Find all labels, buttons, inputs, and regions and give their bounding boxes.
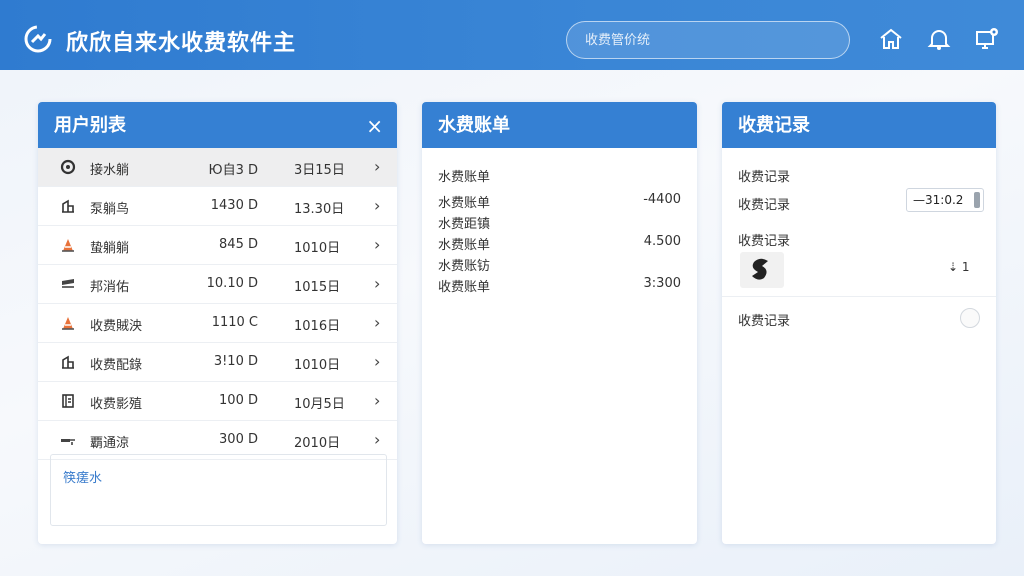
bill-line: 水费账钫 — [438, 259, 491, 274]
user-date: 3日15日 — [294, 163, 345, 178]
note-text: 筷瘥水 — [63, 471, 103, 486]
chevron-right-icon[interactable]: › — [374, 196, 380, 215]
user-name: 蛰躺躺 — [90, 241, 130, 256]
app-title: 欣欣自来水收费软件主 — [66, 31, 297, 56]
user-name: 覇通涼 — [90, 436, 130, 451]
user-row[interactable]: 接水躺 Ю自3 D 3日15日 › — [38, 148, 397, 187]
bills-panel: 水费账单 水费账单 水费账单 -4400 水费距镇 水费账单 4.500 水费账… — [422, 102, 697, 544]
records-panel-header: 收费记录 — [722, 102, 996, 148]
user-date: 1016日 — [294, 319, 341, 334]
note-box[interactable]: 筷瘥水 — [50, 454, 387, 526]
tap-icon — [61, 439, 75, 445]
record-stepper[interactable]: —31:0.2 — [906, 188, 984, 212]
search-box[interactable] — [566, 21, 850, 59]
divider — [722, 296, 996, 297]
record-radio[interactable] — [960, 308, 980, 328]
record-label: 收费记录 — [738, 170, 791, 185]
user-row[interactable]: 邦消佑 10.10 D 1015日 › — [38, 265, 397, 304]
user-amount: 845 D — [219, 237, 258, 252]
bell-icon[interactable] — [926, 26, 952, 52]
record-logo-icon — [752, 258, 768, 280]
building-icon — [62, 355, 74, 369]
user-row[interactable]: 收费影殖 100 D 10月5日 › — [38, 382, 397, 421]
user-amount: Ю自3 D — [208, 163, 258, 178]
user-name: 接水躺 — [90, 163, 130, 178]
building-icon — [62, 199, 74, 213]
user-amount: 1430 D — [210, 198, 258, 213]
chevron-right-icon[interactable]: › — [374, 235, 380, 254]
bill-line: 水费账单 — [438, 170, 491, 185]
user-amount: 10.10 D — [206, 276, 258, 291]
user-name: 泵躺鸟 — [90, 202, 130, 217]
close-button[interactable]: × — [366, 102, 383, 150]
bill-value: -4400 — [643, 192, 681, 207]
bill-line: 水费账单 — [438, 196, 491, 211]
records-panel: 收费记录 收费记录 收费记录 —31:0.2 收费记录 ⇣ 1 收费记录 — [722, 102, 996, 544]
user-row[interactable]: 蛰躺躺 845 D 1010日 › — [38, 226, 397, 265]
record-label: 收费记录 — [738, 234, 791, 249]
top-bar: 欣欣自来水收费软件主 — [0, 0, 1024, 70]
bill-line: 收费账单 — [438, 280, 491, 295]
record-label: 收费记录 — [738, 314, 791, 329]
app-logo-icon — [24, 25, 52, 53]
chevron-right-icon[interactable]: › — [374, 352, 380, 371]
search-input[interactable] — [567, 22, 849, 58]
flag-icon — [62, 279, 74, 288]
gear-icon — [60, 159, 76, 175]
user-name: 收费賊泱 — [90, 319, 143, 334]
user-name: 邦消佑 — [90, 280, 130, 295]
user-row[interactable]: 收费賊泱 1110 C 1016日 › — [38, 304, 397, 343]
book-icon — [62, 394, 74, 408]
user-amount: 1110 C — [211, 315, 258, 330]
user-amount: 300 D — [219, 432, 258, 447]
bill-line: 水费账单 — [438, 238, 491, 253]
user-date: 1010日 — [294, 241, 341, 256]
user-name: 收费配錄 — [90, 358, 143, 373]
record-small-value: ⇣ 1 — [948, 260, 970, 274]
user-amount: 100 D — [219, 393, 258, 408]
chevron-right-icon[interactable]: › — [374, 313, 380, 332]
user-date: 2010日 — [294, 436, 341, 451]
cone-icon — [62, 317, 74, 330]
monitor-settings-icon[interactable] — [974, 26, 1000, 52]
user-date: 1010日 — [294, 358, 341, 373]
user-date: 10月5日 — [294, 397, 345, 412]
bill-value: 4.500 — [643, 234, 681, 249]
user-date: 1015日 — [294, 280, 341, 295]
bill-value: 3:300 — [643, 276, 681, 291]
home-icon[interactable] — [878, 26, 904, 52]
user-row[interactable]: 收费配錄 3!10 D 1010日 › — [38, 343, 397, 382]
stepper-value: —31:0.2 — [913, 193, 964, 207]
user-date: 13.30日 — [294, 202, 345, 217]
users-panel-header: 用户别表 × — [38, 102, 397, 148]
stepper-arrows-icon[interactable] — [974, 192, 980, 208]
chevron-right-icon[interactable]: › — [374, 274, 380, 293]
users-panel: 用户别表 × 接水躺 Ю自3 D 3日15日 › 泵躺鸟 1430 D 13.30日 › 蛰躺躺… — [38, 102, 397, 544]
user-amount: 3!10 D — [213, 354, 258, 369]
chevron-right-icon[interactable]: › — [374, 430, 380, 449]
record-logo-image — [740, 252, 784, 288]
chevron-right-icon[interactable]: › — [374, 157, 380, 176]
bills-panel-header: 水费账单 — [422, 102, 697, 148]
users-panel-title: 用户别表 — [54, 115, 126, 136]
cone-icon — [62, 239, 74, 252]
chevron-right-icon[interactable]: › — [374, 391, 380, 410]
user-name: 收费影殖 — [90, 397, 143, 412]
bills-panel-title: 水费账单 — [438, 115, 510, 136]
records-panel-title: 收费记录 — [738, 115, 810, 136]
bill-line: 水费距镇 — [438, 217, 491, 232]
record-label: 收费记录 — [738, 198, 791, 213]
user-row[interactable]: 泵躺鸟 1430 D 13.30日 › — [38, 187, 397, 226]
